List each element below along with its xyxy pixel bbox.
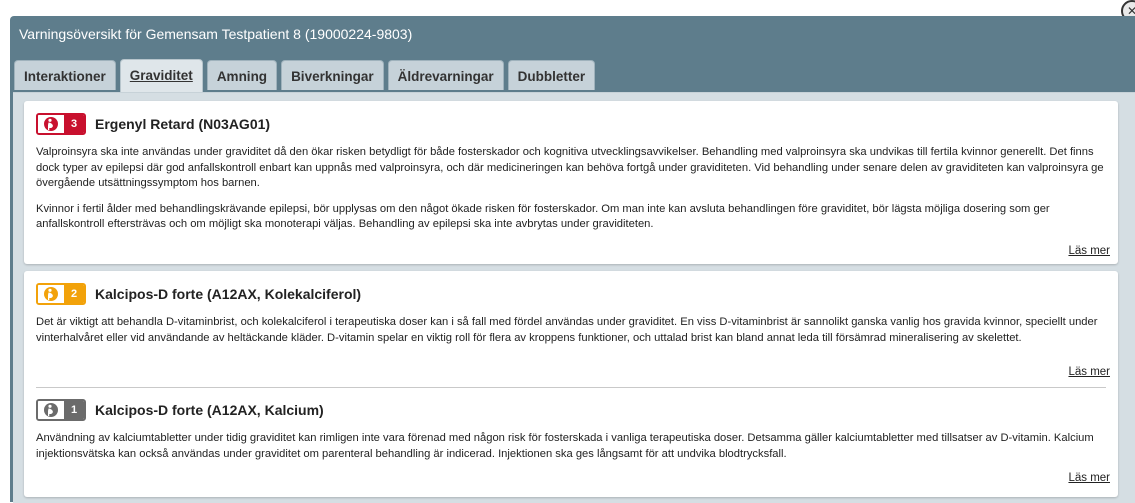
tab-biverkningar[interactable]: Biverkningar [281, 60, 384, 90]
warning-header: 1 Kalcipos-D forte (A12AX, Kalcium) [36, 387, 1108, 425]
window-title: Varningsöversikt för Gemensam Testpatien… [19, 26, 413, 42]
warning-item: 3 Ergenyl Retard (N03AG01) Valproinsyra … [24, 101, 1118, 264]
tab-bar: Interaktioner Graviditet Amning Biverkni… [14, 59, 596, 92]
tab-aldrevarningar[interactable]: Äldrevarningar [387, 60, 504, 90]
description-paragraph: Valproinsyra ska inte användas under gra… [36, 146, 1104, 189]
drug-name: Ergenyl Retard (N03AG01) [95, 116, 271, 132]
read-more-link[interactable]: Läs mer [1068, 366, 1110, 378]
pregnancy-icon [38, 115, 64, 133]
tab-dubbletter[interactable]: Dubbletter [507, 60, 596, 90]
tab-amning[interactable]: Amning [206, 60, 278, 90]
warning-description: Användning av kalciumtabletter under tid… [36, 431, 1108, 462]
warning-description: Valproinsyra ska inte användas under gra… [36, 145, 1108, 233]
description-paragraph: Det är viktigt att behandla D-vitaminbri… [36, 316, 1098, 344]
warning-header: 2 Kalcipos-D forte (A12AX, Kolekalcifero… [36, 271, 1108, 309]
read-more-link[interactable]: Läs mer [1068, 472, 1110, 484]
pregnancy-icon [38, 285, 64, 303]
warning-description: Det är viktigt att behandla D-vitaminbri… [36, 315, 1108, 346]
drug-name: Kalcipos-D forte (A12AX, Kalcium) [95, 402, 324, 418]
description-paragraph: Kvinnor i fertil ålder med behandlingskr… [36, 202, 1050, 231]
severity-badge: 1 [36, 399, 86, 421]
severity-level: 1 [64, 401, 84, 419]
warning-item: 2 Kalcipos-D forte (A12AX, Kolekalcifero… [24, 271, 1118, 387]
pregnancy-icon [38, 401, 64, 419]
severity-level: 3 [64, 115, 84, 133]
warning-card: 2 Kalcipos-D forte (A12AX, Kolekalcifero… [24, 271, 1118, 497]
warning-item: 1 Kalcipos-D forte (A12AX, Kalcium) Anvä… [24, 387, 1118, 497]
severity-badge: 3 [36, 113, 86, 135]
severity-badge: 2 [36, 283, 86, 305]
description-paragraph: Användning av kalciumtabletter under tid… [36, 432, 1094, 460]
tab-graviditet[interactable]: Graviditet [119, 59, 203, 92]
read-more-link[interactable]: Läs mer [1068, 245, 1110, 257]
severity-level: 2 [64, 285, 84, 303]
drug-name: Kalcipos-D forte (A12AX, Kolekalciferol) [95, 286, 362, 302]
tab-content: 3 Ergenyl Retard (N03AG01) Valproinsyra … [13, 92, 1135, 503]
warning-card: 3 Ergenyl Retard (N03AG01) Valproinsyra … [24, 101, 1118, 264]
warning-header: 3 Ergenyl Retard (N03AG01) [36, 101, 1108, 139]
tab-interaktioner[interactable]: Interaktioner [14, 60, 116, 90]
warning-overview-window: Varningsöversikt för Gemensam Testpatien… [10, 16, 1135, 503]
